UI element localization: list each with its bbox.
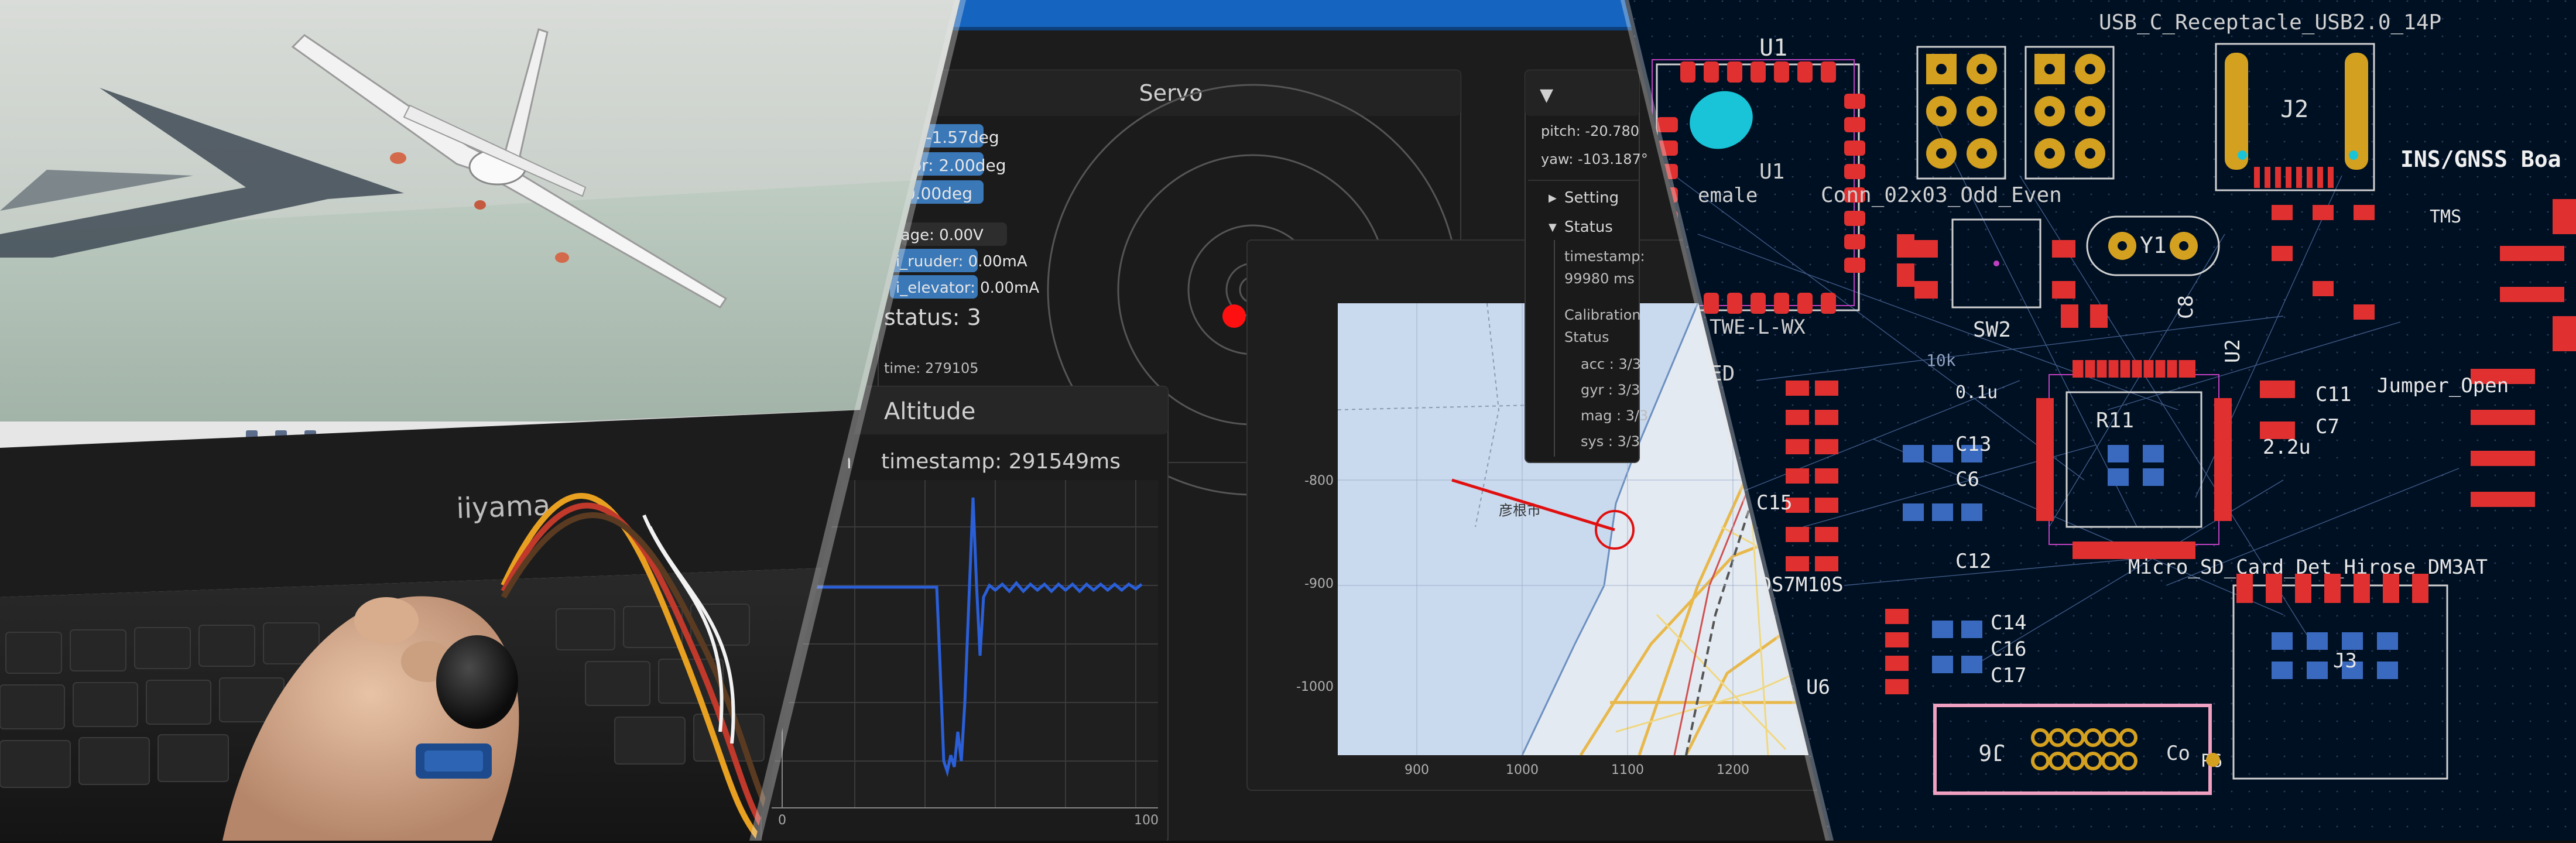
calib-mag: mag : 3/3: [1581, 407, 1648, 424]
zero-one-label: 0.1u: [1955, 382, 1998, 403]
y1-label: Y1: [2140, 232, 2167, 258]
j2-label: J2: [2280, 96, 2308, 123]
conn-label: Conn_02x03_Odd_Even: [1821, 183, 2062, 207]
map-x-tick: 1200: [1717, 763, 1749, 777]
status-panel: ▼ pitch: -20.780 yaw: -103.187° ▶ Settin…: [1525, 70, 1648, 463]
calib-gyr: gyr : 3/3: [1581, 382, 1640, 398]
map-y-tick: -800: [1304, 474, 1334, 488]
c8-label: C8: [2174, 295, 2198, 319]
c6-label: C6: [1955, 468, 1979, 491]
servo-i-ruuder: i_ruuder: 0.00mA: [896, 253, 1027, 270]
calibration-heading-2: Status: [1564, 329, 1609, 345]
altitude-timestamp: timestamp: 291549ms: [881, 450, 1121, 474]
mirror-co-label: Co: [2166, 742, 2190, 765]
servo-status: status: 3: [884, 304, 981, 330]
status-timestamp-label: timestamp:: [1564, 248, 1645, 265]
ins-label: INS/GNSS Boa: [2400, 146, 2561, 172]
composite-image: iiyama Servo rudder: -1.57deg elevator: …: [0, 0, 2576, 841]
servo-i-elevator: i_elevator: 0.00mA: [896, 279, 1039, 297]
usb-c-label: USB_C_Receptacle_USB2.0_14P: [2099, 11, 2441, 35]
servo-position-dot: [1222, 304, 1246, 328]
status-timestamp-value: 99980 ms: [1564, 270, 1635, 287]
c16-label: C16: [1991, 638, 2026, 661]
servo-time: time: 279105: [884, 360, 979, 376]
map-y-tick: -900: [1304, 577, 1334, 591]
status-collapse-icon[interactable]: ▼: [1540, 85, 1553, 105]
r11-label: R11: [2096, 409, 2134, 433]
c11-label: C11: [2315, 383, 2351, 406]
setting-section[interactable]: Setting: [1564, 189, 1619, 207]
u1-body-label: U1: [1759, 160, 1784, 184]
c7-label: C7: [2315, 415, 2339, 438]
c15-label: C15: [1756, 491, 1792, 515]
u6-label: U6: [1806, 676, 1830, 699]
altitude-panel-title: Altitude: [884, 398, 975, 425]
map-y-tick: -1000: [1296, 680, 1334, 694]
map-x-tick: 1000: [1506, 763, 1539, 777]
sw2-label: SW2: [1973, 318, 2011, 342]
status-section[interactable]: Status: [1564, 218, 1613, 236]
altitude-x-max: 100: [1134, 813, 1159, 828]
calib-sys: sys : 3/3: [1581, 433, 1640, 450]
setting-expand-icon[interactable]: ▶: [1549, 192, 1557, 204]
imu-pitch: pitch: -20.780: [1541, 123, 1639, 139]
u2-label: U2: [2221, 339, 2245, 363]
monitor-brand: iiyama: [455, 489, 551, 525]
c17-label: C17: [1991, 664, 2026, 687]
jumper-label: Jumper_Open: [2377, 374, 2509, 397]
c12-label: C12: [1955, 550, 1991, 573]
j6-label: J6: [1978, 739, 2005, 765]
twe-label: TWE-L-WX: [1710, 316, 1806, 339]
two-u-label: 2.2u: [2263, 436, 2311, 459]
status-expand-icon[interactable]: ▼: [1549, 221, 1557, 234]
female-label: emale: [1698, 184, 1758, 207]
calib-acc: acc : 3/3: [1581, 356, 1641, 372]
calibration-heading: Calibration: [1564, 307, 1641, 323]
u1-label: U1: [1759, 35, 1787, 61]
c13-label: C13: [1955, 433, 1991, 456]
imu-yaw: yaw: -103.187°: [1541, 151, 1648, 167]
tms-label: TMS: [2430, 207, 2461, 227]
map-x-tick: 1100: [1611, 763, 1644, 777]
c14-label: C14: [1991, 611, 2026, 635]
map-x-tick: 900: [1405, 763, 1429, 777]
altitude-x-min: 0: [778, 813, 786, 828]
ten-k-label: 10k: [1926, 351, 1956, 370]
j3-label: J3: [2333, 649, 2357, 673]
